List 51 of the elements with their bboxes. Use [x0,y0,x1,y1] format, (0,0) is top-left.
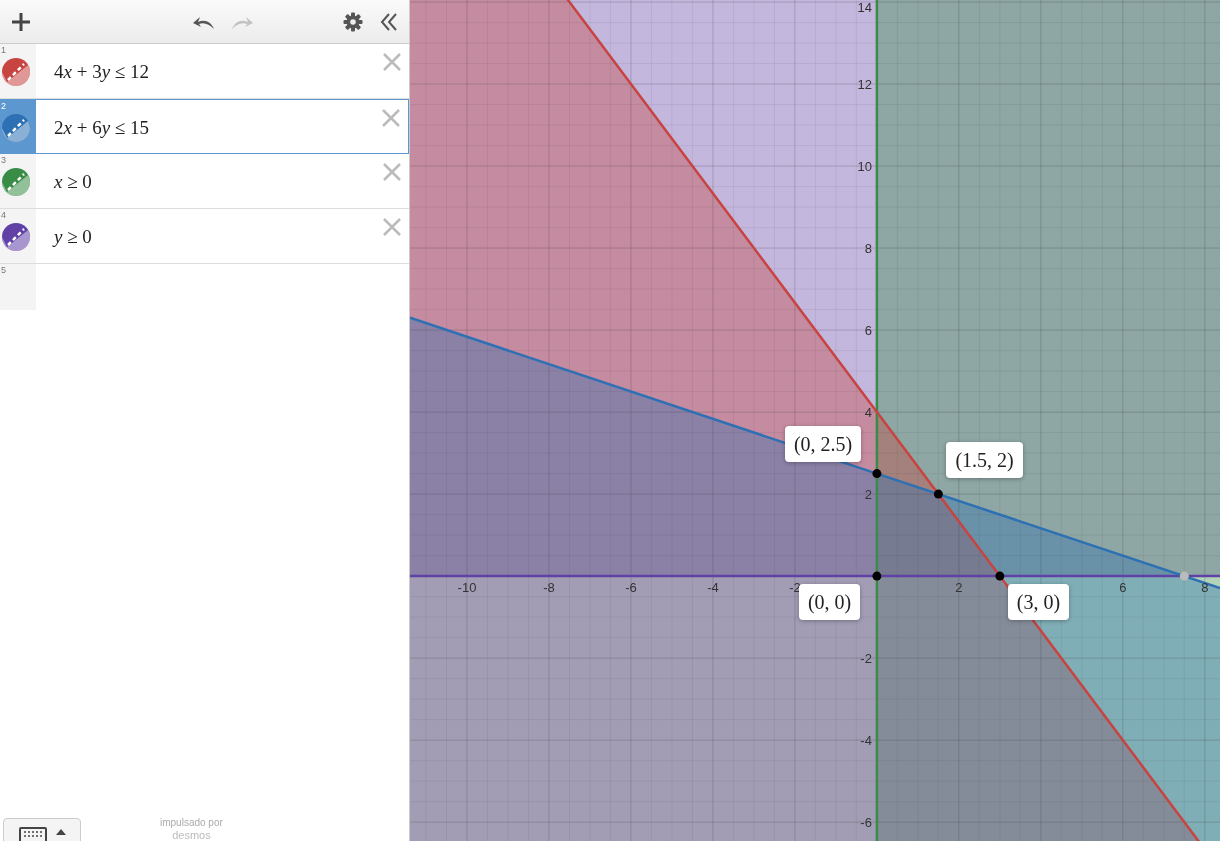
axis-tick-label: 4 [864,405,872,421]
color-toggle-icon[interactable] [1,57,31,87]
expression-text[interactable]: x ≥ 0 [36,154,409,208]
point-marker[interactable] [1179,571,1189,581]
point-label: (0, 2.5) [784,425,862,462]
axis-tick-label: -2 [860,651,872,667]
point-marker[interactable] [872,571,882,581]
axis-tick-label: 8 [1201,580,1209,596]
axis-tick-label: 10 [857,159,872,175]
point-marker[interactable] [995,571,1005,581]
settings-icon[interactable] [343,11,363,32]
axis-tick-label: -4 [860,733,872,749]
axis-tick-label: 8 [864,241,872,257]
point-marker[interactable] [933,489,943,499]
expression-text[interactable]: 2x + 6y ≤ 15 [36,100,408,153]
point-marker[interactable] [872,469,882,479]
expression-row[interactable]: 3 x ≥ 0 [0,154,409,209]
point-label: (1.5, 2) [946,442,1023,479]
color-toggle-icon[interactable] [1,222,31,252]
expression-row[interactable]: 1 4x + 3y ≤ 12 [0,44,409,99]
axis-tick-label: 14 [857,0,872,15]
expression-row[interactable]: 2 2x + 6y ≤ 15 [0,99,409,154]
line-number: 3 [1,154,6,167]
point-label: (3, 0) [1007,584,1070,621]
keyboard-icon [19,827,47,841]
axis-tick-label: 6 [1119,580,1127,596]
axis-tick-label: 12 [857,77,872,93]
line-number: 5 [1,264,6,277]
axis-tick-label: -6 [625,580,637,596]
axis-tick-label: -2 [789,580,801,596]
axis-tick-label: -8 [543,580,555,596]
keyboard-button[interactable] [3,818,81,841]
expression-row[interactable]: 4 y ≥ 0 [0,209,409,264]
axis-tick-label: 2 [955,580,963,596]
expression-text[interactable]: 4x + 3y ≤ 12 [36,44,409,98]
collapse-icon[interactable] [379,11,399,32]
axis-tick-label: 6 [864,323,872,339]
powered-by-text: impulsado por [160,817,223,829]
line-number: 1 [1,44,6,57]
color-toggle-icon[interactable] [1,113,31,143]
new-expression-row[interactable]: 5 [0,264,409,310]
expression-text[interactable]: y ≥ 0 [36,209,409,263]
axis-tick-label: -6 [860,815,872,831]
add-icon[interactable] [10,10,32,33]
axis-tick-label: -4 [707,580,719,596]
axis-tick-label: 2 [864,487,872,503]
line-number: 4 [1,209,6,222]
color-toggle-icon[interactable] [1,167,31,197]
line-number: 2 [1,100,6,113]
axis-tick-label: -10 [457,580,477,596]
caret-icon [55,827,67,835]
